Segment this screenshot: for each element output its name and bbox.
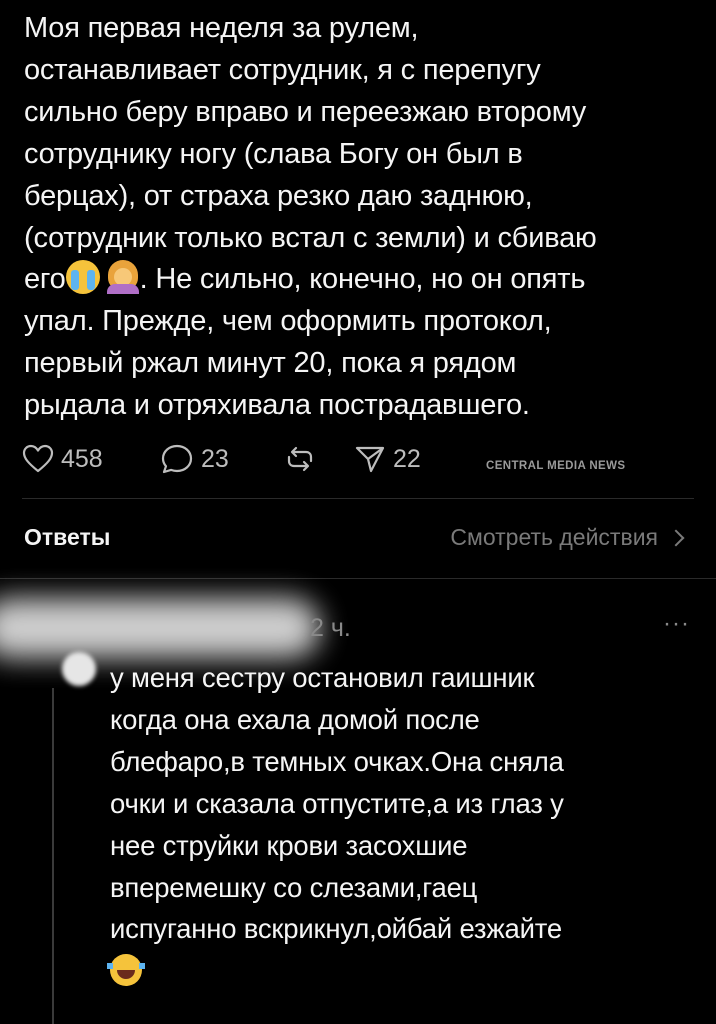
post-text-part1: Моя первая неделя за рулем, останавливае… — [24, 12, 597, 296]
send-icon — [355, 446, 385, 473]
reply-button[interactable]: 23 — [160, 437, 229, 481]
reply-text: у меня сестру остановил гаишник когда он… — [107, 657, 690, 992]
repost-icon — [287, 446, 313, 472]
loudly-crying-face-icon — [65, 260, 100, 295]
reply-body: у меня сестру остановил гаишник когда он… — [110, 662, 564, 945]
share-count: 22 — [393, 444, 421, 473]
blurred-username — [0, 598, 320, 658]
like-button[interactable]: 458 — [22, 437, 103, 481]
repost-button[interactable] — [284, 437, 323, 481]
woman-facepalming-icon — [106, 260, 140, 295]
more-options-button[interactable]: ··· — [663, 610, 690, 638]
avatar[interactable] — [62, 652, 96, 686]
watermark: CENTRAL MEDIA NEWS — [486, 460, 626, 472]
divider — [0, 578, 716, 579]
view-actions-label: Смотреть действия — [450, 524, 658, 550]
chevron-right-icon — [667, 529, 685, 546]
view-actions-link[interactable]: Смотреть действия — [450, 524, 685, 551]
comment-icon — [161, 444, 193, 474]
divider — [22, 498, 694, 499]
share-button[interactable]: 22 — [354, 437, 421, 481]
reply-timestamp: 2 ч. — [310, 614, 351, 642]
post-text: Моя первая неделя за рулем, останавливае… — [24, 8, 700, 427]
reply-count: 23 — [201, 444, 229, 473]
post-actions-bar: 458 23 22 — [22, 437, 702, 481]
like-count: 458 — [61, 444, 103, 473]
answers-title[interactable]: Ответы — [24, 524, 110, 551]
tears-of-joy-icon — [107, 954, 145, 987]
thread-line — [52, 688, 54, 1024]
heart-icon — [22, 444, 54, 473]
